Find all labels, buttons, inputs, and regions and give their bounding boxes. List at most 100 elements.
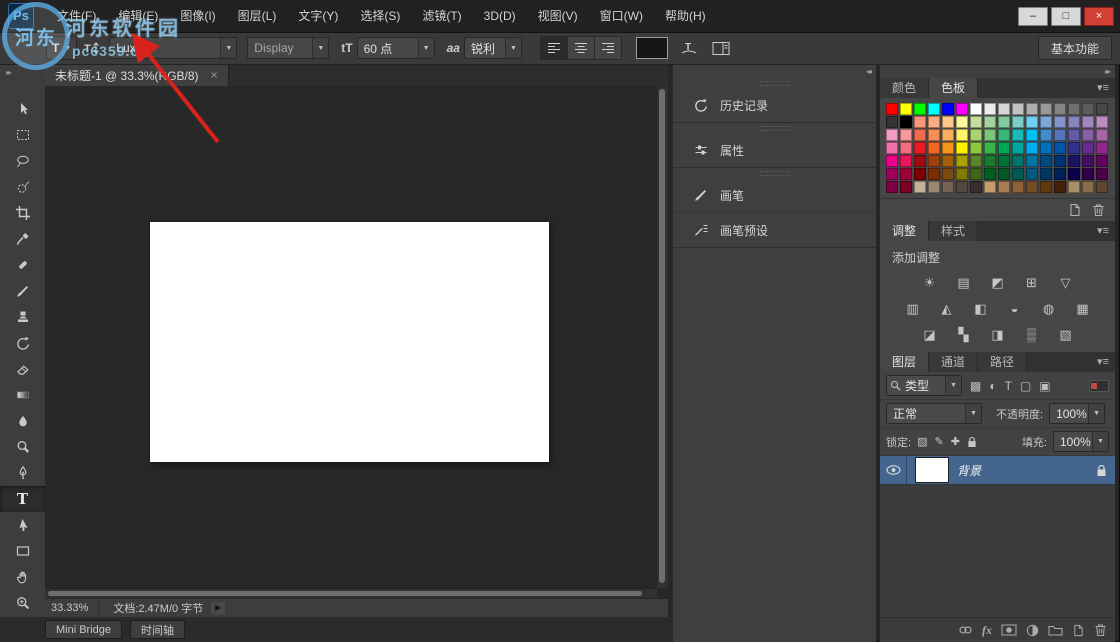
workspace-switcher-button[interactable]: 基本功能 [1038, 36, 1112, 60]
menu-item[interactable]: 编辑(E) [107, 0, 169, 32]
swatch[interactable] [970, 129, 982, 141]
opacity-select[interactable]: 100% ▼ [1049, 403, 1105, 424]
swatch[interactable] [1012, 142, 1024, 154]
swatch[interactable] [1040, 155, 1052, 167]
exposure-icon[interactable]: ⊞ [1022, 274, 1042, 292]
tab-channels[interactable]: 通道 [929, 352, 978, 372]
swatch[interactable] [1026, 103, 1038, 115]
new-adjustment-layer-icon[interactable] [1026, 624, 1039, 637]
swatch[interactable] [1068, 181, 1080, 193]
text-color-swatch[interactable] [636, 37, 668, 59]
swatch[interactable] [956, 103, 968, 115]
align-left-button[interactable] [541, 37, 568, 59]
swatch[interactable] [942, 142, 954, 154]
swatch[interactable] [970, 103, 982, 115]
selective-color-icon[interactable]: ▧ [1056, 326, 1076, 344]
swatch[interactable] [1096, 155, 1108, 167]
swatch[interactable] [886, 181, 898, 193]
swatch[interactable] [1054, 142, 1066, 154]
swatch[interactable] [886, 103, 898, 115]
panel-menu-icon[interactable]: ▾≡ [1097, 355, 1109, 368]
swatch[interactable] [1096, 103, 1108, 115]
swatch[interactable] [984, 142, 996, 154]
swatch[interactable] [956, 155, 968, 167]
maximize-button[interactable]: □ [1051, 7, 1081, 26]
swatch[interactable] [1012, 129, 1024, 141]
rectangle-tool[interactable] [0, 538, 45, 564]
swatch[interactable] [1068, 129, 1080, 141]
pen-tool[interactable] [0, 460, 45, 486]
crop-tool[interactable] [0, 200, 45, 226]
horizontal-type-tool[interactable]: T [0, 486, 45, 512]
swatch[interactable] [1082, 142, 1094, 154]
swatch[interactable] [914, 116, 926, 128]
swatch[interactable] [1026, 129, 1038, 141]
horizontal-scrollbar-thumb[interactable] [48, 591, 642, 596]
swatch[interactable] [984, 103, 996, 115]
adjustment-layer-filter-icon[interactable]: ◐ [989, 379, 996, 393]
swatch[interactable] [1054, 129, 1066, 141]
shape-layer-filter-icon[interactable]: ▢ [1020, 379, 1031, 393]
swatch[interactable] [914, 129, 926, 141]
blur-tool[interactable] [0, 408, 45, 434]
menu-item[interactable]: 图层(L) [227, 0, 288, 32]
swatch[interactable] [984, 155, 996, 167]
swatch[interactable] [1068, 103, 1080, 115]
invert-icon[interactable]: ◪ [920, 326, 940, 344]
color-balance-icon[interactable]: ◭ [937, 300, 957, 318]
swatch[interactable] [970, 181, 982, 193]
swatch[interactable] [900, 116, 912, 128]
eyedropper-tool[interactable] [0, 226, 45, 252]
swatch[interactable] [1012, 181, 1024, 193]
menu-item[interactable]: 3D(D) [473, 0, 527, 32]
font-style-select[interactable]: Display ▼ [247, 37, 329, 59]
swatch[interactable] [900, 168, 912, 180]
curves-icon[interactable]: ◩ [988, 274, 1008, 292]
menu-item[interactable]: 文件(F) [46, 0, 107, 32]
clone-stamp-tool[interactable] [0, 304, 45, 330]
threshold-icon[interactable]: ◨ [988, 326, 1008, 344]
swatch[interactable] [1068, 168, 1080, 180]
swatch[interactable] [1026, 155, 1038, 167]
swatch[interactable] [942, 103, 954, 115]
swatch[interactable] [900, 155, 912, 167]
chevron-down-icon[interactable]: ▼ [965, 404, 981, 423]
swatch[interactable] [984, 129, 996, 141]
history-brush-tool[interactable] [0, 330, 45, 356]
swatch[interactable] [886, 155, 898, 167]
toolbar-collapse-icon[interactable]: ▸▸ [0, 64, 45, 82]
blend-mode-select[interactable]: 正常 ▼ [886, 403, 982, 424]
swatch[interactable] [900, 129, 912, 141]
swatch[interactable] [1096, 129, 1108, 141]
chevron-down-icon[interactable]: ▼ [220, 38, 236, 58]
lock-transparency-icon[interactable]: ▨ [917, 435, 927, 448]
swatch[interactable] [914, 142, 926, 154]
swatch[interactable] [900, 103, 912, 115]
menu-item[interactable]: 选择(S) [349, 0, 411, 32]
warp-text-icon[interactable]: T [680, 40, 698, 56]
swatch[interactable] [998, 155, 1010, 167]
swatch[interactable] [984, 168, 996, 180]
color-lookup-icon[interactable]: ▦ [1073, 300, 1093, 318]
swatch[interactable] [1082, 129, 1094, 141]
tool-preset-picker[interactable]: T ▼ [46, 36, 77, 60]
swatch[interactable] [914, 168, 926, 180]
move-tool[interactable] [0, 96, 45, 122]
new-group-folder-icon[interactable] [1048, 624, 1063, 636]
swatch[interactable] [956, 116, 968, 128]
swatch[interactable] [1040, 168, 1052, 180]
brush-presets-panel-button[interactable]: 画笔预设 [673, 212, 876, 247]
swatch[interactable] [970, 142, 982, 154]
swatch[interactable] [1096, 116, 1108, 128]
levels-icon[interactable]: ▤ [954, 274, 974, 292]
panel-menu-icon[interactable]: ▾≡ [1097, 224, 1109, 237]
brush-panel-button[interactable]: 画笔 [673, 178, 876, 212]
menu-item[interactable]: 帮助(H) [654, 0, 717, 32]
anti-alias-select[interactable]: 锐利 ▼ [464, 37, 522, 59]
panel-menu-icon[interactable]: ▾≡ [1097, 81, 1109, 94]
swatch[interactable] [1040, 116, 1052, 128]
new-layer-icon[interactable] [1072, 624, 1085, 637]
status-menu-arrow-icon[interactable]: ▶ [211, 602, 225, 614]
swatch[interactable] [956, 181, 968, 193]
type-layer-filter-icon[interactable]: T [1005, 379, 1012, 393]
